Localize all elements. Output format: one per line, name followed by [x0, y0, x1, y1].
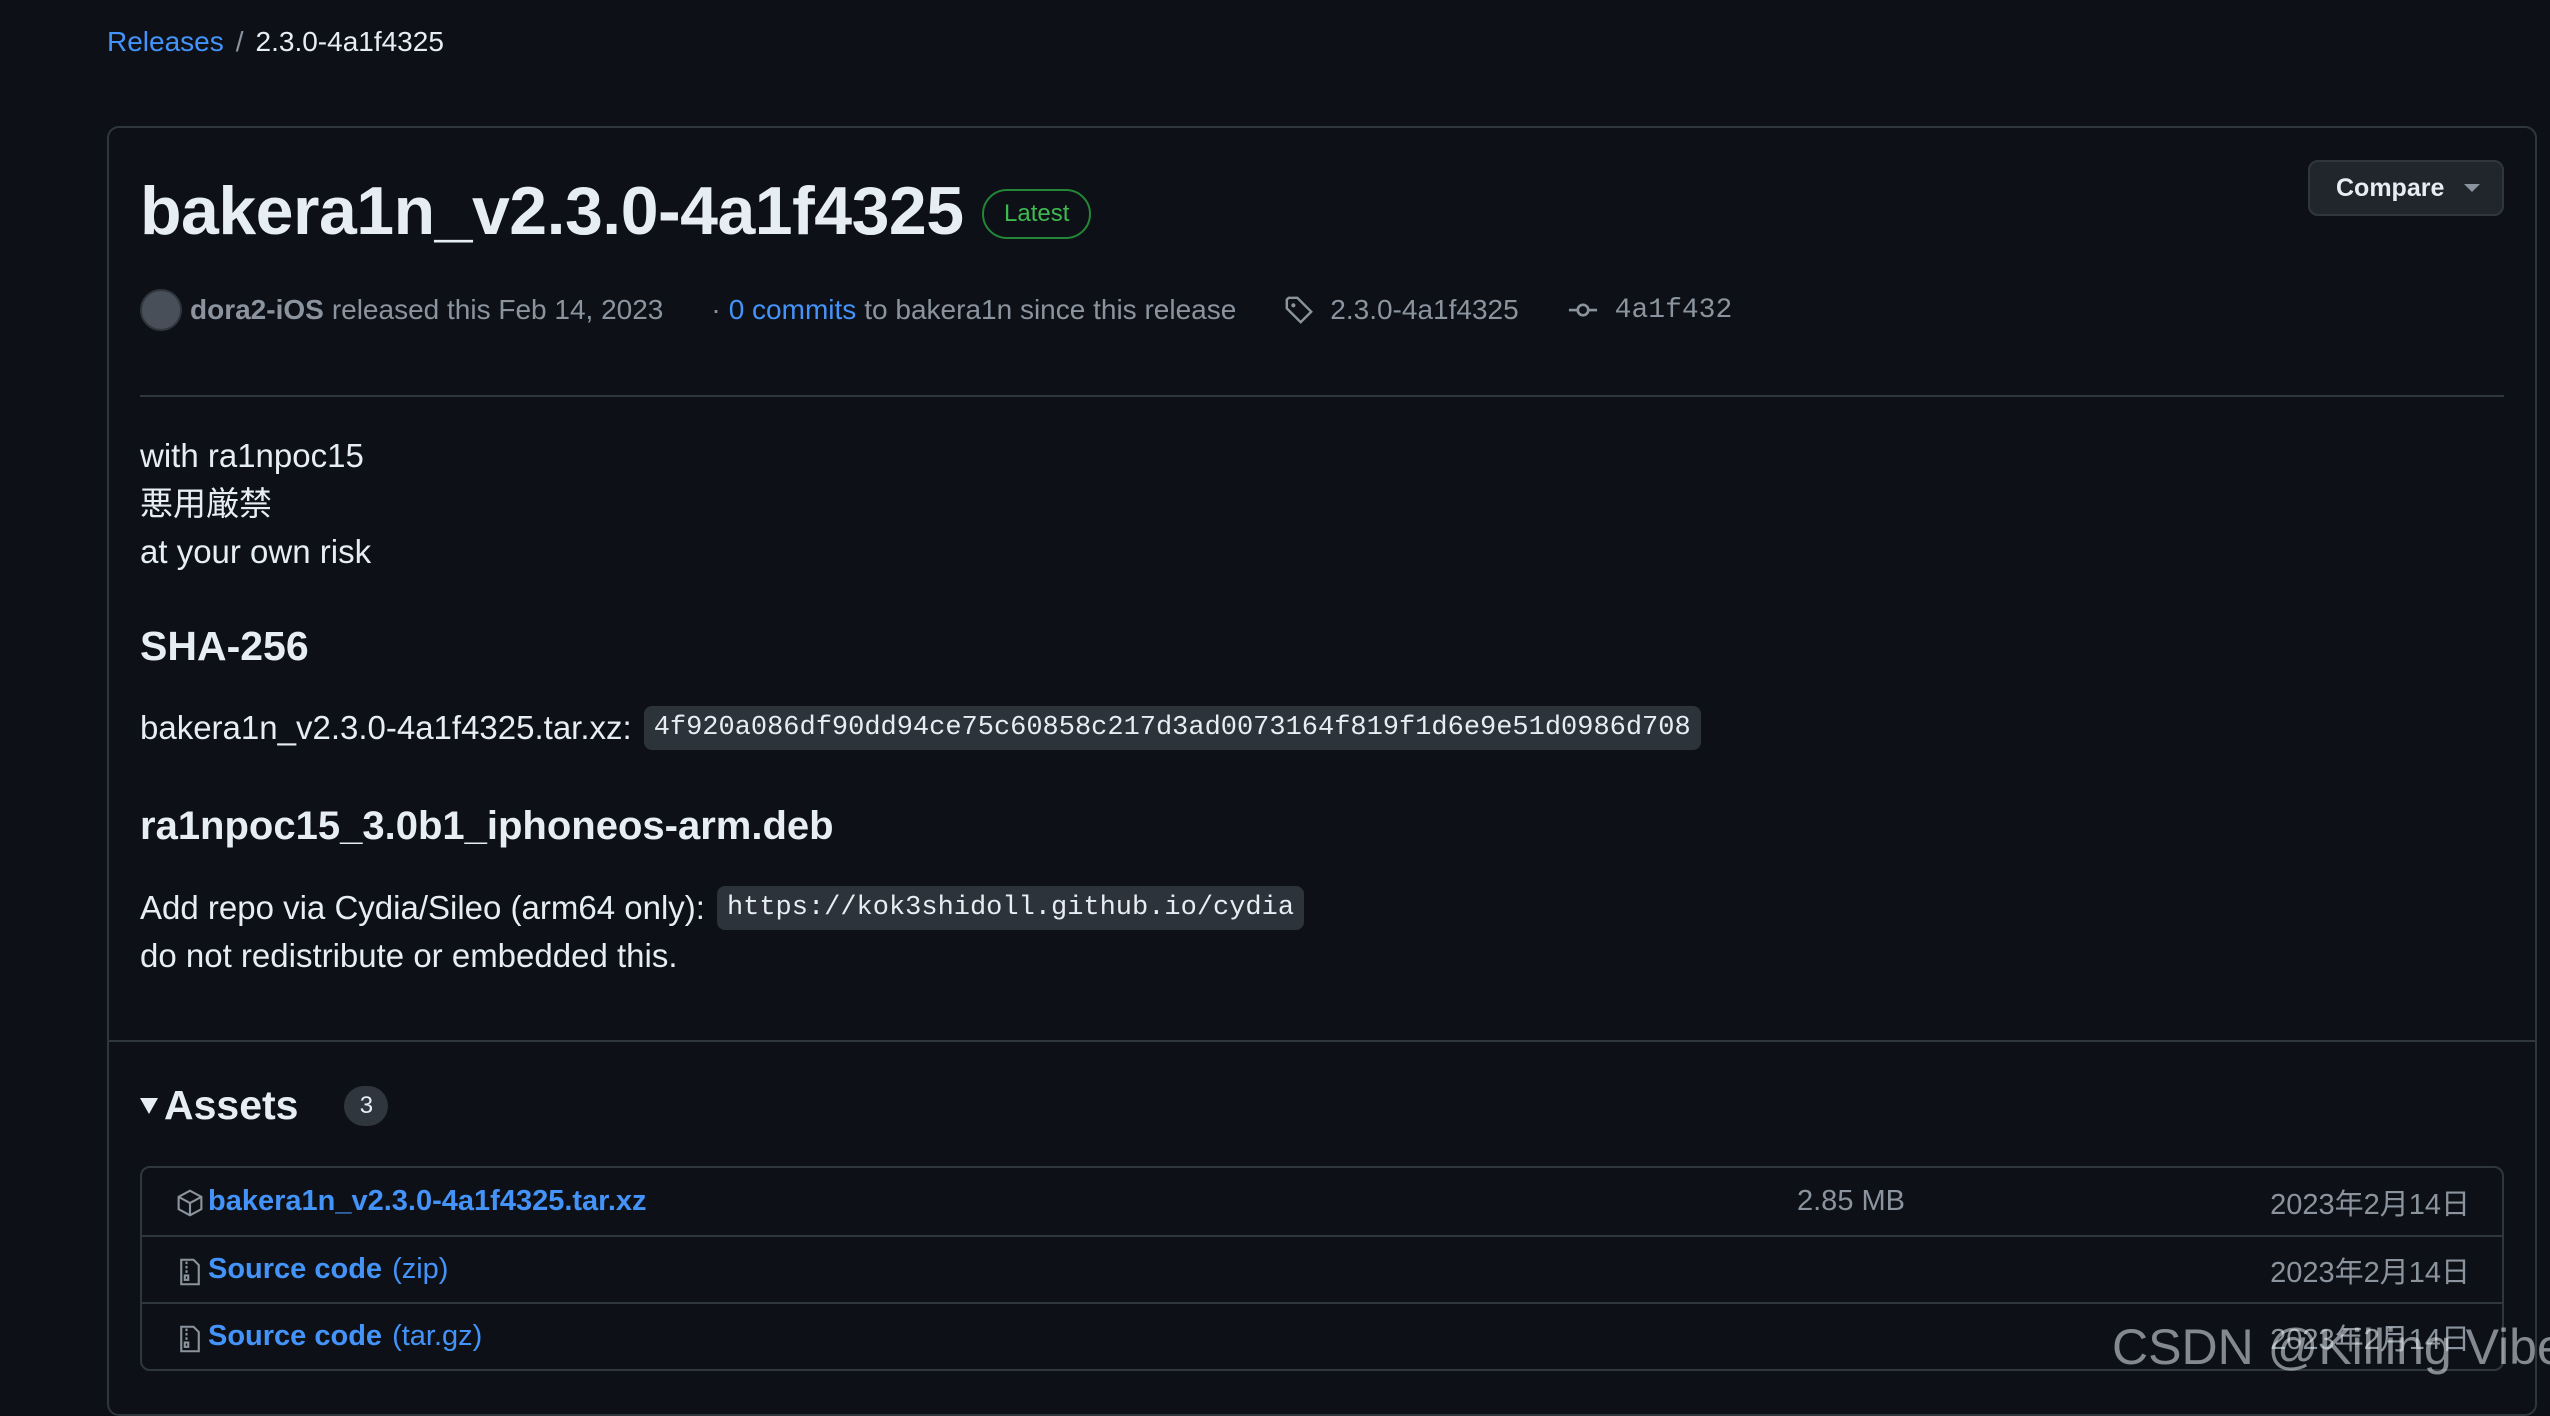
- sha-heading: SHA-256: [140, 623, 309, 669]
- commits-suffix: to bakera1n since this release: [864, 294, 1237, 325]
- asset-name-label: Source code: [208, 1320, 383, 1352]
- breadcrumb-current: 2.3.0-4a1f4325: [255, 26, 444, 57]
- sha-file-label: bakera1n_v2.3.0-4a1f4325.tar.xz:: [140, 709, 632, 746]
- tag-icon: [1285, 296, 1314, 324]
- commits-link[interactable]: 0 commits: [729, 294, 857, 326]
- assets-toggle[interactable]: Assets 3: [140, 1082, 389, 1129]
- git-commit-icon: [1568, 303, 1597, 317]
- assets-title: Assets: [164, 1082, 299, 1128]
- asset-link[interactable]: Source code (tar.gz): [208, 1320, 482, 1353]
- breadcrumb-releases-link[interactable]: Releases: [107, 24, 224, 60]
- compare-button-label: Compare: [2336, 173, 2445, 202]
- notes-line: at your own risk: [140, 533, 372, 570]
- latest-badge: Latest: [982, 189, 1092, 239]
- release-title: bakera1n_v2.3.0-4a1f4325: [140, 173, 964, 249]
- package-icon: [177, 1189, 203, 1217]
- file-zip-icon: [180, 1325, 200, 1353]
- repo-label: Add repo via Cydia/Sileo (arm64 only):: [140, 889, 705, 926]
- repo-info: Add repo via Cydia/Sileo (arm64 only): h…: [140, 884, 1305, 980]
- asset-date: 2023年2月14日: [2270, 1256, 2470, 1289]
- asset-link[interactable]: bakera1n_v2.3.0-4a1f4325.tar.xz: [208, 1185, 647, 1218]
- commits-dot: ·: [711, 294, 721, 325]
- avatar[interactable]: [140, 289, 182, 331]
- compare-button[interactable]: Compare: [2308, 160, 2504, 216]
- sha-line: bakera1n_v2.3.0-4a1f4325.tar.xz: 4f920a0…: [140, 704, 1701, 752]
- breadcrumb-separator: /: [235, 26, 244, 57]
- asset-row: bakera1n_v2.3.0-4a1f4325.tar.xz 2.85 MB …: [142, 1168, 2502, 1235]
- asset-size: 2.85 MB: [1797, 1185, 1905, 1217]
- release-meta: dora2-iOS released this Feb 14, 2023 · 0…: [140, 288, 1732, 332]
- asset-name-suffix: (tar.gz): [392, 1320, 483, 1352]
- watermark: CSDN @Killing Vibe: [2112, 1319, 2550, 1375]
- released-date-text: released this Feb 14, 2023: [331, 294, 664, 325]
- triangle-down-icon: [140, 1097, 158, 1114]
- commit-link[interactable]: 4a1f432: [1567, 294, 1733, 326]
- assets-divider: [107, 1040, 2537, 1042]
- commits-info: · 0 commits to bakera1n since this relea…: [711, 294, 1236, 326]
- notes-line: with ra1npoc15: [140, 437, 364, 474]
- deb-heading: ra1npoc15_3.0b1_iphoneos-arm.deb: [140, 804, 834, 848]
- tag-link[interactable]: 2.3.0-4a1f4325: [1284, 294, 1519, 326]
- sha-value-code: 4f920a086df90dd94ce75c60858c217d3ad00731…: [643, 706, 1701, 750]
- meta-divider: [140, 395, 2504, 397]
- asset-row: Source code (zip) 2023年2月14日: [142, 1235, 2502, 1302]
- breadcrumb: Releases / 2.3.0-4a1f4325: [107, 24, 444, 60]
- asset-name-suffix: (zip): [392, 1253, 449, 1285]
- tag-label: 2.3.0-4a1f4325: [1330, 294, 1519, 325]
- redistribute-note: do not redistribute or embedded this.: [140, 937, 678, 974]
- repo-url-code: https://kok3shidoll.github.io/cydia: [716, 886, 1305, 930]
- asset-name-label: bakera1n_v2.3.0-4a1f4325.tar.xz: [208, 1185, 647, 1217]
- release-notes-intro: with ra1npoc15 悪用厳禁 at your own risk: [140, 432, 371, 576]
- commit-sha-label: 4a1f432: [1614, 294, 1733, 326]
- assets-count-badge: 3: [344, 1085, 389, 1126]
- asset-name-label: Source code: [208, 1253, 383, 1285]
- notes-line: 悪用厳禁: [140, 485, 272, 522]
- chevron-down-icon: [2464, 184, 2481, 192]
- file-zip-icon: [180, 1258, 200, 1286]
- asset-date: 2023年2月14日: [2270, 1188, 2470, 1221]
- asset-link[interactable]: Source code (zip): [208, 1253, 448, 1286]
- author-link[interactable]: dora2-iOS: [190, 294, 324, 326]
